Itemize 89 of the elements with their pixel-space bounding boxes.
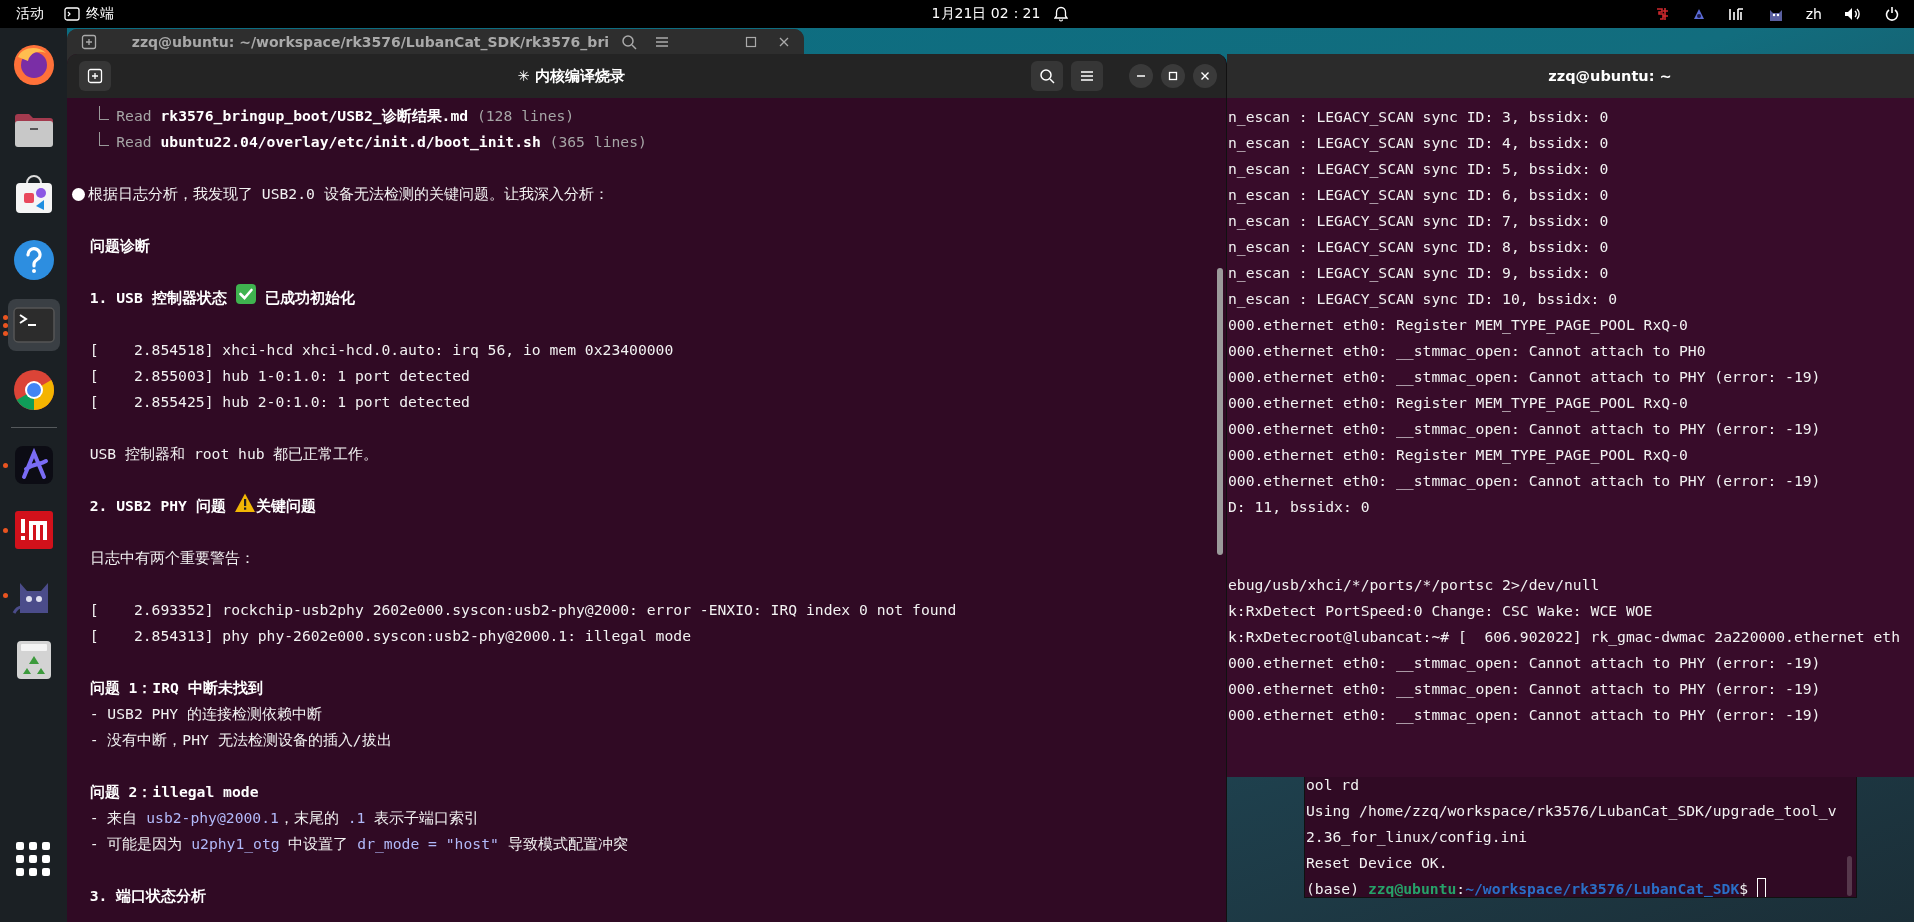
terminal-line: Read rk3576_bringup_boot/USB2_诊断结果.md (128 lines) bbox=[116, 106, 575, 127]
app-menu[interactable]: 终端 bbox=[86, 5, 114, 23]
maximize-icon bbox=[1168, 71, 1178, 81]
scrollbar[interactable] bbox=[1847, 856, 1852, 896]
power-icon[interactable] bbox=[1884, 6, 1900, 22]
terminal-line: 000.ethernet eth0: Register MEM_TYPE_PAGE_POOL RxQ-0 bbox=[1228, 393, 1689, 414]
maximize-icon bbox=[744, 36, 757, 48]
check-icon bbox=[234, 283, 257, 305]
terminal-line: [ 2.854518] xhci-hcd xhci-hcd.0.auto: irq 56, io mem 0x23400000 bbox=[89, 340, 674, 360]
warning-icon bbox=[233, 491, 256, 513]
color-wheel-icon[interactable] bbox=[11, 368, 56, 412]
terminal-line: 根据日志分析，我发现了 USB2.0 设备无法检测的关键问题。让我深入分析： bbox=[88, 184, 609, 204]
close-icon bbox=[777, 36, 790, 48]
terminal-line: 000.ethernet eth0: Register MEM_TYPE_PAGE_POOL RxQ-0 bbox=[1228, 315, 1689, 336]
terminal-line: 2. USB2 PHY 问题 bbox=[89, 496, 226, 516]
terminal-line: 000.ethernet eth0: __stmmac_open: Cannot attach to PHY (error: -19) bbox=[1228, 705, 1822, 726]
terminal-icon[interactable] bbox=[64, 7, 80, 21]
terminal-line: k:RxDetect PortSpeed:0 Change: CSC Wake: WCE WOE bbox=[1228, 601, 1654, 621]
maximize-button[interactable] bbox=[1161, 64, 1185, 88]
browser-icon[interactable] bbox=[11, 43, 56, 87]
tray-app-icon[interactable] bbox=[1691, 7, 1706, 21]
terminal-line: Using /home/zzq/workspace/rk3576/LubanCat_SDK/upgrade_tool_v bbox=[1306, 801, 1838, 822]
terminal-line: n_escan : LEGACY_SCAN sync ID: 5, bssidx: 0 bbox=[1228, 159, 1610, 180]
terminal-line: 000.ethernet eth0: Register MEM_TYPE_PAGE_POOL RxQ-0 bbox=[1228, 445, 1689, 466]
prompt-line: (base) zzq@ubuntu:~/workspace/rk3576/LubanCat_SDK$ bbox=[1306, 879, 1750, 897]
terminal-line: [ 2.854313] phy phy-2602e000.syscon:usb2-phy@2000.1: illegal mode bbox=[89, 626, 691, 646]
search-icon bbox=[1039, 68, 1055, 84]
terminal-line: 000.ethernet eth0: __stmmac_open: Cannot attach to PHY (error: -19) bbox=[1228, 419, 1822, 440]
terminal-line: Reset Device OK. bbox=[1306, 853, 1449, 873]
search-button[interactable] bbox=[1031, 61, 1063, 91]
new-tab-icon bbox=[87, 68, 103, 84]
terminal-line: - USB2 PHY 的连接检测依赖中断 bbox=[89, 704, 322, 724]
terminal-line: USB 控制器和 root hub 都已正常工作。 bbox=[89, 444, 379, 464]
input-method[interactable]: zh bbox=[1805, 6, 1822, 22]
terminal-line: 关键问题 bbox=[255, 496, 316, 516]
terminal-line: D: 11, bssidx: 0 bbox=[1228, 497, 1371, 517]
minimize-button[interactable] bbox=[1129, 64, 1153, 88]
terminal-line: 000.ethernet eth0: __stmmac_open: Cannot attach to PHY (error: -19) bbox=[1228, 653, 1822, 674]
menu-icon bbox=[1079, 68, 1095, 84]
minimize-icon bbox=[1137, 75, 1145, 77]
bullet-icon bbox=[72, 187, 85, 201]
terminal-line: n_escan : LEGACY_SCAN sync ID: 10, bssidx: 0 bbox=[1228, 289, 1619, 310]
terminal-line: ool rd bbox=[1306, 775, 1361, 795]
terminal-line: 已成功初始化 bbox=[264, 288, 355, 308]
terminal-line: 000.ethernet eth0: __stmmac_open: Cannot attach to PH0 bbox=[1228, 341, 1707, 362]
menu-icon bbox=[654, 34, 671, 50]
terminal-line: k:RxDetecroot@lubancat:~# [ 606.902022] rk_gmac-dwmac 2a220000.ethernet eth bbox=[1228, 627, 1902, 648]
terminal-line: ebug/usb/xhci/*/ports/*/portsc 2>/dev/null bbox=[1228, 575, 1601, 595]
terminal-line: n_escan : LEGACY_SCAN sync ID: 6, bssidx: 0 bbox=[1228, 185, 1610, 206]
clock[interactable]: 1月21日 02：21 bbox=[931, 5, 1041, 23]
terminal-line: 日志中有两个重要警告： bbox=[89, 548, 255, 568]
terminal-line: 1. USB 控制器状态 bbox=[89, 288, 227, 308]
terminal-line: 000.ethernet eth0: __stmmac_open: Cannot attach to PHY (error: -19) bbox=[1228, 367, 1822, 388]
close-icon bbox=[1200, 71, 1210, 81]
terminal-line: n_escan : LEGACY_SCAN sync ID: 7, bssidx: 0 bbox=[1228, 211, 1610, 232]
window-title: ✳ 内核编译烧录 bbox=[516, 66, 626, 86]
terminal-line: [ 2.693352] rockchip-usb2phy 2602e000.syscon:usb2-phy@2000: error -ENXIO: IRQ index 0 not found bbox=[89, 600, 957, 620]
close-button[interactable] bbox=[1193, 64, 1217, 88]
terminal-line: - 来自 usb2-phy@2000.1，末尾的 .1 表示子端口索引 bbox=[89, 808, 480, 828]
scrollbar[interactable] bbox=[1217, 268, 1223, 555]
bell-icon[interactable] bbox=[1054, 6, 1069, 22]
volume-icon[interactable] bbox=[1844, 6, 1862, 22]
terminal-line: [ 2.855425] hub 2-0:1.0: 1 port detected bbox=[89, 392, 470, 412]
new-tab-icon bbox=[81, 34, 98, 50]
help-icon[interactable] bbox=[11, 238, 56, 282]
terminal-line: n_escan : LEGACY_SCAN sync ID: 4, bssidx: 0 bbox=[1228, 133, 1610, 154]
terminal-line: 问题诊断 bbox=[89, 236, 150, 256]
terminal-line: - 可能是因为 u2phy1_otg 中设置了 dr_mode = "host" 导致模式配置冲突 bbox=[89, 834, 628, 855]
terminal-line: n_escan : LEGACY_SCAN sync ID: 3, bssidx: 0 bbox=[1228, 107, 1610, 128]
terminal-line: 问题 1：IRQ 中断未找到 bbox=[89, 678, 263, 698]
new-tab-button[interactable] bbox=[79, 61, 111, 91]
tree-branch-icon bbox=[98, 106, 109, 120]
window-title: zzq@ubuntu: ~/workspace/rk3576/LubanCat_SDK/rk3576_bri bbox=[130, 34, 610, 50]
terminal-line: 2.36_for_linux/config.ini bbox=[1306, 827, 1529, 848]
activities-button[interactable]: 活动 bbox=[16, 5, 44, 23]
terminal-line: n_escan : LEGACY_SCAN sync ID: 9, bssidx: 0 bbox=[1228, 263, 1610, 284]
terminal-line: n_escan : LEGACY_SCAN sync ID: 8, bssidx: 0 bbox=[1228, 237, 1610, 258]
terminal-line: Read ubuntu22.04/overlay/etc/init.d/boot_init.sh (365 lines) bbox=[116, 132, 647, 153]
menu-button[interactable] bbox=[1071, 61, 1103, 91]
search-icon bbox=[621, 34, 638, 50]
terminal-line: 问题 2：illegal mode bbox=[89, 782, 259, 802]
terminal-line: 3. 端口状态分析 bbox=[89, 886, 207, 906]
terminal-line: - 没有中断，PHY 无法检测设备的插入/拔出 bbox=[89, 730, 392, 750]
terminal-line: 000.ethernet eth0: __stmmac_open: Cannot attach to PHY (error: -19) bbox=[1228, 679, 1822, 700]
tree-branch-icon bbox=[98, 132, 109, 146]
window-title: zzq@ubuntu: ~ bbox=[1547, 68, 1673, 84]
terminal-line: [ 2.855003] hub 1-0:1.0: 1 port detected bbox=[89, 366, 470, 386]
network-icon[interactable] bbox=[1727, 6, 1746, 22]
terminal-line: 000.ethernet eth0: __stmmac_open: Cannot attach to PHY (error: -19) bbox=[1228, 471, 1822, 492]
